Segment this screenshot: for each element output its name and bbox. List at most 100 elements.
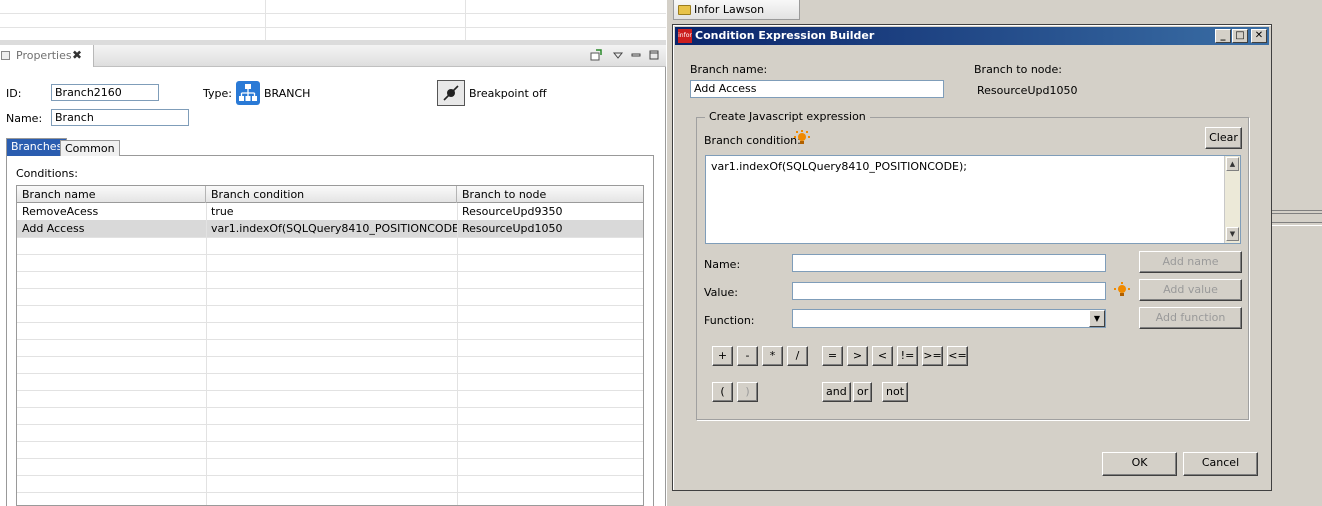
table-column-line	[457, 203, 458, 505]
cell-branch-to-node: ResourceUpd1050	[462, 222, 563, 235]
name-label: Name:	[704, 258, 741, 271]
cancel-button[interactable]: Cancel	[1183, 452, 1258, 476]
operator-not-equal-button[interactable]: !=	[897, 346, 918, 366]
name-input[interactable]	[792, 254, 1106, 272]
pin-icon[interactable]	[590, 49, 602, 61]
branch-condition-expression[interactable]: var1.indexOf(SQLQuery8410_POSITIONCODE);…	[705, 155, 1241, 244]
name-field[interactable]: Branch	[51, 109, 189, 126]
close-icon[interactable]: ✖	[72, 48, 82, 62]
table-row-line	[17, 356, 643, 357]
branch-condition-label: Branch condition:	[704, 134, 801, 147]
id-label: ID:	[6, 87, 22, 100]
operator-divide-button[interactable]: /	[787, 346, 808, 366]
table-header: Branch name Branch condition Branch to n…	[17, 186, 643, 203]
branch-type-icon	[236, 81, 260, 105]
lightbulb-icon	[1114, 282, 1130, 298]
properties-tab-label: Properties	[16, 49, 72, 62]
column-header-branch-condition[interactable]: Branch condition	[206, 186, 457, 203]
breakpoint-label: Breakpoint off	[469, 87, 547, 100]
operator-greater-button[interactable]: >	[847, 346, 868, 366]
operator-greater-equal-button[interactable]: >=	[922, 346, 943, 366]
operator-and-button[interactable]: and	[822, 382, 851, 402]
table-row-line	[17, 237, 643, 238]
function-select[interactable]: ▼	[792, 309, 1106, 328]
table-row-line	[17, 492, 643, 493]
group-legend: Create Javascript expression	[705, 110, 870, 123]
folder-tab-label: Infor Lawson	[694, 3, 765, 16]
maximize-icon[interactable]	[648, 49, 660, 61]
table-row-line	[17, 271, 643, 272]
cell-branch-condition: var1.indexOf(SQLQuery8410_POSITIONCODE);	[211, 222, 457, 235]
operator-minus-button[interactable]: -	[737, 346, 758, 366]
background-rules	[1272, 210, 1322, 240]
cell-branch-condition: true	[211, 205, 234, 218]
table-row-line	[17, 441, 643, 442]
column-header-branch-name[interactable]: Branch name	[17, 186, 206, 203]
operator-open-paren-button[interactable]: (	[712, 382, 733, 402]
type-value: BRANCH	[264, 87, 311, 100]
chevron-down-icon[interactable]: ▼	[1089, 310, 1105, 327]
operator-less-equal-button[interactable]: <=	[947, 346, 968, 366]
minimize-icon[interactable]	[630, 49, 642, 61]
expression-scrollbar[interactable]: ▲ ▼	[1224, 156, 1240, 243]
infor-logo: infor	[678, 29, 692, 43]
folder-icon	[678, 5, 691, 15]
id-field[interactable]: Branch2160	[51, 84, 159, 101]
operator-multiply-button[interactable]: *	[762, 346, 783, 366]
branch-name-label: Branch name:	[690, 63, 768, 76]
minimize-window-button[interactable]: _	[1215, 29, 1231, 43]
type-label: Type:	[203, 87, 232, 100]
operator-less-button[interactable]: <	[872, 346, 893, 366]
operator-not-button[interactable]: not	[882, 382, 909, 402]
function-label: Function:	[704, 314, 755, 327]
folder-tab-infor-lawson[interactable]: Infor Lawson	[673, 0, 800, 20]
branch-name-input[interactable]: Add Access	[690, 80, 944, 98]
ok-button[interactable]: OK	[1102, 452, 1177, 476]
cell-branch-name: RemoveAcess	[22, 205, 99, 218]
operator-plus-button[interactable]: +	[712, 346, 733, 366]
close-window-button[interactable]: ✕	[1251, 29, 1267, 43]
operator-equals-button[interactable]: =	[822, 346, 843, 366]
table-row-line	[17, 475, 643, 476]
scroll-down-icon[interactable]: ▼	[1226, 227, 1239, 241]
table-row-line	[17, 373, 643, 374]
cell-branch-to-node: ResourceUpd9350	[462, 205, 563, 218]
tab-branches[interactable]: Branches	[6, 138, 68, 156]
table-row[interactable]: RemoveAcess true ResourceUpd9350	[17, 203, 643, 220]
condition-expression-dialog: infor Condition Expression Builder _ □ ✕…	[672, 24, 1272, 491]
background-grid	[0, 0, 666, 40]
properties-tab[interactable]: Properties ✖	[0, 45, 94, 67]
scroll-up-icon[interactable]: ▲	[1226, 157, 1239, 171]
table-row-line	[17, 390, 643, 391]
value-input[interactable]	[792, 282, 1106, 300]
table-row-line	[17, 254, 643, 255]
add-value-button[interactable]: Add value	[1139, 279, 1242, 301]
table-column-line	[206, 203, 207, 505]
add-name-button[interactable]: Add name	[1139, 251, 1242, 273]
breakpoint-icon	[443, 85, 459, 101]
view-menu-icon[interactable]	[612, 49, 624, 61]
table-row-line	[17, 458, 643, 459]
table-row-line	[17, 407, 643, 408]
properties-view: Properties ✖ ID: Branch2160 Type: BRANCH…	[0, 45, 666, 506]
table-row-line	[17, 288, 643, 289]
add-function-button[interactable]: Add function	[1139, 307, 1242, 329]
conditions-label: Conditions:	[16, 167, 78, 180]
dialog-titlebar[interactable]: infor Condition Expression Builder _ □ ✕	[675, 27, 1269, 45]
operator-close-paren-button[interactable]: )	[737, 382, 758, 402]
operator-or-button[interactable]: or	[853, 382, 873, 402]
lightbulb-icon	[794, 130, 810, 146]
breakpoint-toggle[interactable]	[437, 80, 465, 106]
value-label: Value:	[704, 286, 738, 299]
maximize-window-button[interactable]: □	[1232, 29, 1248, 43]
table-row-selected[interactable]: Add Access var1.indexOf(SQLQuery8410_POS…	[17, 220, 643, 237]
properties-icon	[1, 51, 10, 60]
expression-text: var1.indexOf(SQLQuery8410_POSITIONCODE);	[711, 160, 968, 173]
properties-subtabs: Branches Common	[6, 138, 654, 156]
tab-common[interactable]: Common	[60, 140, 120, 156]
clear-button[interactable]: Clear	[1205, 127, 1242, 149]
column-header-branch-to-node[interactable]: Branch to node	[457, 186, 643, 203]
conditions-table[interactable]: Branch name Branch condition Branch to n…	[16, 185, 644, 506]
branch-to-node-value: ResourceUpd1050	[977, 84, 1078, 97]
properties-tabbar: Properties ✖	[0, 45, 666, 67]
